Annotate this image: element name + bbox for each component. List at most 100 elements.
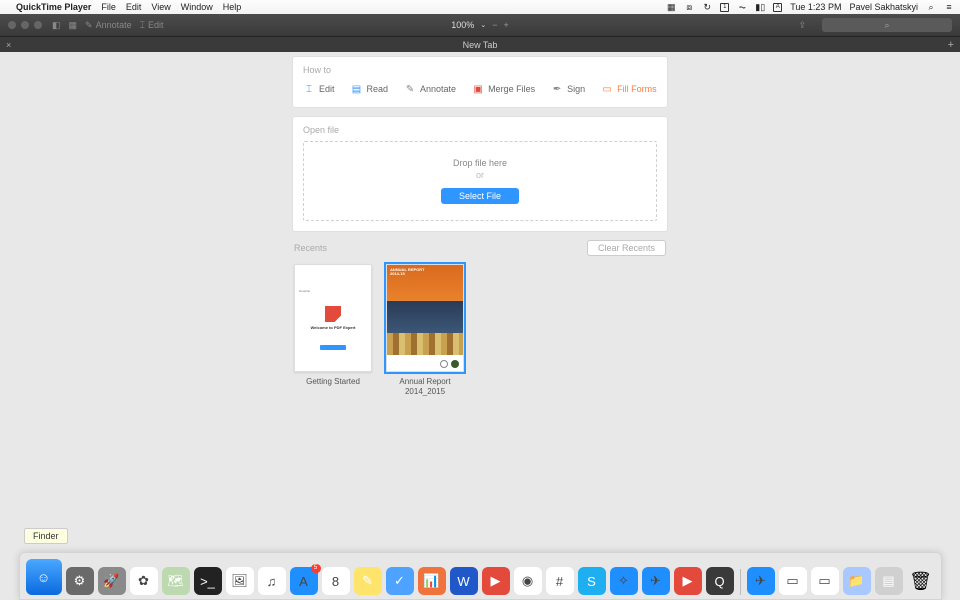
howto-merge-files[interactable]: ▣Merge Files (472, 83, 535, 95)
merge-files-icon: ▣ (472, 83, 484, 95)
menu-help[interactable]: Help (223, 2, 242, 12)
sync-icon[interactable]: ↻ (702, 2, 712, 12)
pdfexpert-logo-icon (325, 306, 341, 322)
dock-settings[interactable]: ⚙ (66, 567, 94, 595)
menubar-user[interactable]: Pavel Sakhatskyi (849, 2, 918, 12)
dock-folder[interactable]: 📁 (843, 567, 871, 595)
dock-safari[interactable]: ✧ (610, 567, 638, 595)
dock-pdf2[interactable]: ▶ (674, 567, 702, 595)
battery-icon[interactable]: ▮▯ (755, 2, 765, 12)
menubar-clock[interactable]: Tue 1:23 PM (790, 2, 841, 12)
badge: 5 (311, 564, 321, 573)
thumb-title: ANNUAL REPORT 2014-15 (390, 268, 460, 277)
close-tab-button[interactable]: × (6, 40, 11, 50)
thumbnails-toggle-icon[interactable]: ▦ (69, 20, 78, 31)
airdrop-icon[interactable]: ▦ (666, 2, 676, 12)
menu-view[interactable]: View (151, 2, 170, 12)
recent-item-annual-report[interactable]: ANNUAL REPORT 2014-15 Annual Report 2014… (386, 264, 464, 396)
settings-icon: ⚙ (74, 573, 86, 589)
share-icon[interactable]: ⇪ (798, 20, 806, 31)
menu-edit[interactable]: Edit (126, 2, 142, 12)
dock-maps[interactable]: 🗺 (162, 567, 190, 595)
openfile-title: Open file (303, 125, 657, 135)
dock-calendar[interactable]: 8 (322, 567, 350, 595)
annotate-toolbar-button[interactable]: ✎Annotate (85, 20, 132, 31)
dock-word[interactable]: W (450, 567, 478, 595)
dock-spark[interactable]: ✈ (642, 567, 670, 595)
dock-photos[interactable]: ✿ (130, 567, 158, 595)
edit-toolbar-button[interactable]: ⌶Edit (140, 20, 164, 31)
howto-label: Read (367, 84, 389, 94)
dock-appstore[interactable]: A5 (290, 567, 318, 595)
select-file-button[interactable]: Select File (441, 188, 519, 204)
dock-separator (740, 569, 741, 595)
fill-forms-icon: ▭ (601, 83, 613, 95)
spotlight-icon[interactable]: ⌕ (926, 2, 936, 12)
annotate-icon: ✎ (404, 83, 416, 95)
dock-launchpad[interactable]: 🚀 (98, 567, 126, 595)
tab-title[interactable]: New Tab (463, 40, 498, 50)
dock-skype[interactable]: S (578, 567, 606, 595)
dock-pdfexpert[interactable]: ▶ (482, 567, 510, 595)
dock-slack[interactable]: # (546, 567, 574, 595)
openfile-panel: Open file Drop file here or Select File (292, 116, 668, 232)
launchpad-icon: 🚀 (103, 573, 119, 589)
drop-or: or (320, 170, 640, 180)
howto-label: Fill Forms (617, 84, 657, 94)
howto-read[interactable]: ▤ Read (351, 83, 389, 95)
howto-annotate[interactable]: ✎Annotate (404, 83, 456, 95)
dock-file2[interactable]: ▭ (811, 567, 839, 595)
app-window: ◧ ▦ ✎Annotate ⌶Edit 100%⌄ − + ⇪ ⌕ × New … (0, 14, 960, 550)
zoom-level[interactable]: 100% (451, 20, 474, 30)
dock-todo[interactable]: ✓ (386, 567, 414, 595)
clear-recents-button[interactable]: Clear Recents (587, 240, 666, 256)
pdf2-icon: ▶ (683, 573, 693, 589)
wifi-icon[interactable]: ⏦ (737, 2, 747, 12)
display-icon[interactable]: 1 (720, 3, 729, 12)
dock-stack[interactable]: ▤ (875, 567, 903, 595)
dock-quicktime[interactable]: Q (706, 567, 734, 595)
spark-icon: ✈ (650, 573, 661, 589)
menu-file[interactable]: File (101, 2, 116, 12)
dock-itunes[interactable]: ♫ (258, 567, 286, 595)
dock-chrome[interactable]: ◉ (514, 567, 542, 595)
zoom-in-button[interactable]: + (503, 20, 508, 30)
dock-spark2[interactable]: ✈ (747, 567, 775, 595)
word-icon: W (457, 574, 469, 589)
read-icon: ▤ (351, 83, 363, 95)
slack-icon: # (556, 574, 563, 589)
howto-sign[interactable]: ✒Sign (551, 83, 585, 95)
sidebar-toggle-icon[interactable]: ◧ (52, 20, 61, 31)
menu-window[interactable]: Window (181, 2, 213, 12)
drop-zone[interactable]: Drop file here or Select File (303, 141, 657, 221)
dropbox-icon[interactable]: ⧈ (684, 2, 694, 12)
dock-preview[interactable]: 🖼 (226, 567, 254, 595)
window-traffic-lights[interactable] (8, 21, 42, 29)
howto-fill-forms[interactable]: ▭ Fill Forms (601, 83, 657, 95)
search-field[interactable]: ⌕ (822, 18, 952, 32)
dock-terminal[interactable]: >_ (194, 567, 222, 595)
finder-icon: ☺ (37, 570, 50, 585)
recent-item-label: Annual Report 2014_2015 (386, 377, 464, 396)
dock-trash[interactable]: 🗑 (907, 567, 935, 595)
safari-icon: ✧ (618, 573, 629, 589)
howto-edit[interactable]: ⌶Edit (303, 83, 335, 95)
howto-label: Edit (319, 84, 335, 94)
tab-bar: × New Tab + (0, 36, 960, 52)
lang-icon[interactable]: A (773, 3, 782, 12)
dock-notes[interactable]: ✎ (354, 567, 382, 595)
dock-finder[interactable]: ☺ (26, 559, 62, 595)
dock-file1[interactable]: ▭ (779, 567, 807, 595)
photos-icon: ✿ (138, 573, 149, 589)
recent-item-getting-started[interactable]: Readdle Welcome to PDF Expert Getting St… (294, 264, 372, 396)
file1-icon: ▭ (786, 573, 798, 589)
zoom-out-button[interactable]: − (492, 20, 497, 30)
dock-keynote[interactable]: 📊 (418, 567, 446, 595)
terminal-icon: >_ (200, 574, 215, 589)
skype-icon: S (587, 574, 596, 589)
calendar-icon: 8 (332, 574, 339, 589)
new-tab-button[interactable]: + (948, 39, 954, 51)
app-name[interactable]: QuickTime Player (16, 2, 91, 12)
chrome-icon: ◉ (522, 573, 533, 589)
notification-center-icon[interactable]: ≡ (944, 2, 954, 12)
